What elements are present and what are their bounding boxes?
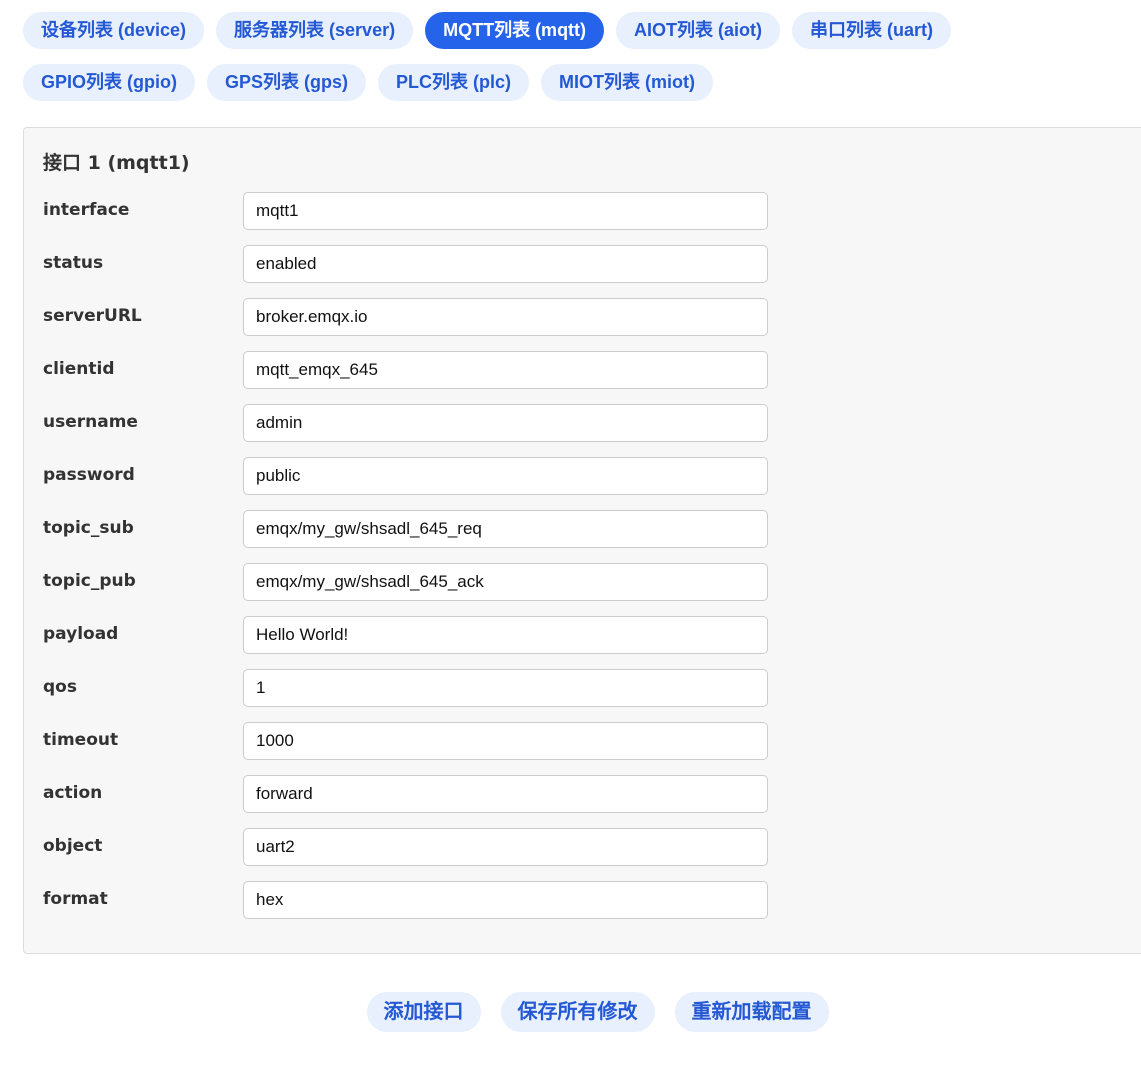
interface-input[interactable] xyxy=(243,192,768,230)
username-input[interactable] xyxy=(243,404,768,442)
field-label: format xyxy=(43,889,108,909)
field-label: clientid xyxy=(43,359,115,379)
object-input[interactable] xyxy=(243,828,768,866)
field-row-password: password xyxy=(24,457,784,495)
tab-gps[interactable]: GPS列表 (gps) xyxy=(206,64,366,101)
status-input[interactable] xyxy=(243,245,768,283)
field-label: status xyxy=(43,253,104,273)
format-input[interactable] xyxy=(243,881,768,919)
field-label: payload xyxy=(43,624,119,644)
field-label: password xyxy=(43,465,135,485)
reload-config-button[interactable]: 重新加载配置 xyxy=(674,992,829,1032)
field-row-qos: qos xyxy=(24,669,784,707)
tab-aiot[interactable]: AIOT列表 (aiot) xyxy=(616,12,781,49)
tab-bar: 设备列表 (device) 服务器列表 (server) MQTT列表 (mqt… xyxy=(23,12,1133,101)
tab-uart[interactable]: 串口列表 (uart) xyxy=(792,12,952,49)
panel-title: 接口 1 (mqtt1) xyxy=(43,152,190,174)
field-label: timeout xyxy=(43,730,119,750)
client-id-input[interactable] xyxy=(243,351,768,389)
tab-mqtt[interactable]: MQTT列表 (mqtt) xyxy=(425,12,605,49)
field-label: username xyxy=(43,412,138,432)
field-row-topic-pub: topic_pub xyxy=(24,563,784,601)
save-all-button[interactable]: 保存所有修改 xyxy=(500,992,655,1032)
action-input[interactable] xyxy=(243,775,768,813)
field-row-serverurl: serverURL xyxy=(24,298,784,336)
tab-server[interactable]: 服务器列表 (server) xyxy=(216,12,414,49)
field-row-interface: interface xyxy=(24,192,784,230)
field-row-clientid: clientid xyxy=(24,351,784,389)
tab-gpio[interactable]: GPIO列表 (gpio) xyxy=(23,64,195,101)
server-url-input[interactable] xyxy=(243,298,768,336)
password-input[interactable] xyxy=(243,457,768,495)
field-label: object xyxy=(43,836,103,856)
field-row-payload: payload xyxy=(24,616,784,654)
add-interface-button[interactable]: 添加接口 xyxy=(366,992,481,1032)
topic-pub-input[interactable] xyxy=(243,563,768,601)
topic-sub-input[interactable] xyxy=(243,510,768,548)
field-row-action: action xyxy=(24,775,784,813)
payload-input[interactable] xyxy=(243,616,768,654)
tab-miot[interactable]: MIOT列表 (miot) xyxy=(541,64,713,101)
field-row-status: status xyxy=(24,245,784,283)
qos-input[interactable] xyxy=(243,669,768,707)
field-label: topic_sub xyxy=(43,518,134,538)
field-label: qos xyxy=(43,677,77,697)
tab-device[interactable]: 设备列表 (device) xyxy=(23,12,205,49)
field-label: serverURL xyxy=(43,306,142,326)
field-label: interface xyxy=(43,200,130,220)
field-row-format: format xyxy=(24,881,784,919)
field-row-object: object xyxy=(24,828,784,866)
field-row-username: username xyxy=(24,404,784,442)
tab-plc[interactable]: PLC列表 (plc) xyxy=(378,64,529,101)
interface-panel: 接口 1 (mqtt1) interface status serverURL … xyxy=(23,127,1141,954)
field-label: topic_pub xyxy=(43,571,136,591)
timeout-input[interactable] xyxy=(243,722,768,760)
action-bar: 添加接口 保存所有修改 重新加载配置 xyxy=(0,992,1141,1032)
field-row-topic-sub: topic_sub xyxy=(24,510,784,548)
field-label: action xyxy=(43,783,103,803)
field-row-timeout: timeout xyxy=(24,722,784,760)
